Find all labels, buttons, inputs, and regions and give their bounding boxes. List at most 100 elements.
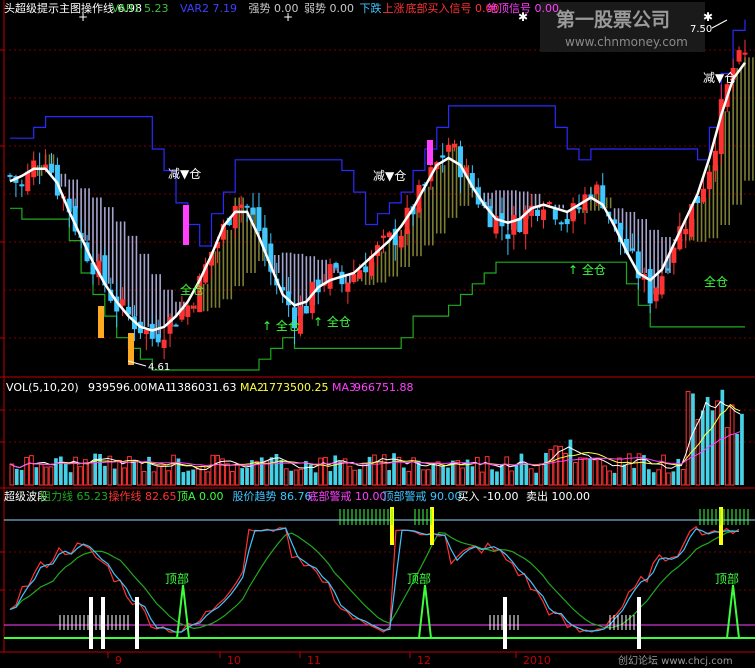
volume-bar [612, 472, 617, 485]
candle-body [380, 235, 386, 238]
volume-bar [597, 458, 603, 486]
candle-body [398, 235, 404, 248]
top-label-2: 顶部 [715, 571, 739, 586]
volume-bar [573, 462, 578, 486]
candle-body [238, 204, 244, 208]
full-position-label-5: 全仓 [704, 274, 728, 289]
candle-body [363, 266, 369, 273]
oscillator-levels [4, 519, 755, 639]
candle-body [19, 184, 25, 187]
volume-bar [323, 457, 328, 486]
date-label-4: 2010 [523, 654, 551, 667]
limit-up-bar-0 [183, 205, 189, 245]
full-position-label-2: ↑ 全仓 [262, 318, 300, 333]
volume-bar [671, 471, 676, 485]
bottom-signal-bar-1 [98, 306, 104, 338]
volume-bar [607, 470, 612, 486]
volume-bar [661, 454, 666, 486]
candle-body [120, 299, 126, 306]
volume-bar [568, 439, 573, 485]
volume-bar [38, 463, 44, 486]
volume-bar [514, 464, 519, 485]
volume-bar [362, 463, 367, 486]
svg-text:+: + [78, 10, 88, 24]
volume-header-item-0: VOL(5,10,20) [6, 381, 79, 394]
top-label-0: 顶部 [165, 571, 189, 586]
volume-bar [283, 468, 289, 486]
volume-bar [112, 468, 117, 485]
volume-bar [259, 457, 264, 485]
stock-chart-window: 第一股票公司 www.chnmoney.com 头超级提示主图操作线 6.98 V… [0, 0, 755, 668]
volume-bar [548, 449, 554, 486]
volume-bar [9, 463, 15, 486]
candle-body [706, 171, 712, 190]
left-axis-ticks [0, 49, 4, 591]
volume-bar [387, 470, 391, 485]
candle-body [446, 144, 452, 152]
volume-bar [215, 454, 221, 486]
high-price-pointer [711, 19, 728, 29]
volume-bar [705, 397, 710, 485]
candle-body [457, 146, 463, 178]
volume-bar [700, 410, 705, 485]
volume-bar [392, 453, 396, 485]
date-label-2: 11 [307, 654, 321, 667]
volume-bar [446, 467, 450, 485]
volume-bar [421, 469, 426, 486]
volume-header-item-4: MA2 [240, 381, 264, 394]
osc-header-label-2: 操作线 82.65 [109, 489, 177, 503]
candle-body [7, 174, 13, 177]
candle-body [256, 207, 262, 231]
volume-bar [59, 456, 63, 485]
volume-header-item-3: 1386031.63 [170, 381, 236, 394]
candlesticks [7, 39, 748, 360]
volume-bar [431, 462, 436, 485]
low-price-label: 4.61 [148, 362, 170, 373]
main-indicator-label-1: VAR1 5.23 [112, 2, 169, 15]
candle-body [701, 188, 707, 202]
main-indicator-label-2: VAR2 7.19 [180, 2, 237, 15]
volume-bar [680, 468, 686, 486]
candle-body [558, 222, 564, 225]
candle-body [351, 274, 357, 283]
volume-bar [318, 457, 323, 486]
top-label-1: 顶部 [407, 571, 431, 586]
volume-bar [304, 461, 308, 485]
volume-bar [205, 471, 211, 486]
volume-bar [460, 467, 465, 486]
volume-bar [577, 457, 583, 486]
volume-bar [441, 466, 445, 485]
volume-bar [103, 465, 107, 485]
volume-bar [347, 465, 353, 486]
candle-body [736, 50, 742, 62]
volume-bar [107, 455, 113, 486]
chart-canvas[interactable]: 第一股票公司 www.chnmoney.com 头超级提示主图操作线 6.98V… [0, 0, 755, 668]
candle-body [594, 184, 600, 195]
main-indicator-label-4: 弱势 0.00 [304, 2, 354, 15]
osc-header-label-6: 顶部警戒 90.00 [383, 489, 462, 503]
volume-bar [500, 464, 504, 485]
volume-bar [538, 463, 544, 486]
volume-bar [181, 472, 186, 485]
volume-bar [230, 470, 235, 486]
volume-bar [352, 469, 358, 486]
volume-ma-lines [9, 401, 741, 471]
volume-bar [377, 461, 382, 486]
volume-bar [524, 464, 529, 485]
main-indicator-label-5: 下跌 [360, 1, 382, 15]
svg-text:✱: ✱ [518, 10, 528, 24]
volume-bar [651, 472, 656, 485]
candle-body [653, 287, 659, 302]
volume-bar [553, 445, 559, 486]
volume-bar [43, 466, 49, 486]
volume-bar [372, 454, 377, 486]
volume-bar [264, 460, 269, 486]
bottom-signal-bar-0 [128, 333, 134, 365]
candle-body [155, 334, 161, 343]
candle-body [333, 262, 339, 268]
volume-bar [269, 457, 274, 485]
volume-bar [122, 467, 127, 486]
volume-ma-line-0 [9, 401, 741, 471]
candle-body [143, 329, 149, 335]
volume-bar [132, 459, 137, 485]
